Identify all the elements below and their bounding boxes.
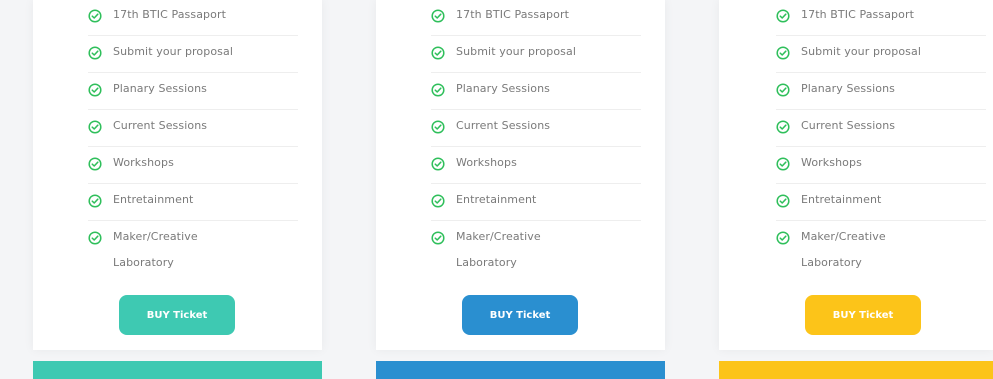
feature-label: Submit your proposal — [801, 45, 921, 58]
check-circle-icon — [88, 9, 102, 23]
feature-label: Maker/Creative Laboratory — [801, 230, 886, 269]
check-circle-icon — [776, 83, 790, 97]
pricing-card-1: 17th BTIC Passaport Submit your proposal… — [33, 0, 322, 350]
feature-label: Entretainment — [113, 193, 194, 206]
check-circle-icon — [431, 157, 445, 171]
feature-item: Workshops — [88, 147, 298, 184]
check-circle-icon — [88, 194, 102, 208]
feature-item: Submit your proposal — [88, 36, 298, 73]
check-circle-icon — [431, 194, 445, 208]
feature-label: 17th BTIC Passaport — [113, 8, 226, 21]
check-circle-icon — [88, 157, 102, 171]
check-circle-icon — [431, 46, 445, 60]
feature-item: 17th BTIC Passaport — [88, 0, 298, 36]
feature-item: Submit your proposal — [776, 36, 986, 73]
feature-item: Maker/Creative Laboratory — [431, 221, 641, 283]
feature-label: Workshops — [113, 156, 174, 169]
check-circle-icon — [776, 9, 790, 23]
card-2-footer-bar — [376, 361, 665, 379]
feature-list: 17th BTIC Passaport Submit your proposal… — [88, 0, 298, 283]
feature-item: Current Sessions — [431, 110, 641, 147]
feature-list: 17th BTIC Passaport Submit your proposal… — [431, 0, 641, 283]
card-1-footer-bar — [33, 361, 322, 379]
check-circle-icon — [431, 9, 445, 23]
feature-list: 17th BTIC Passaport Submit your proposal… — [776, 0, 986, 283]
check-circle-icon — [776, 157, 790, 171]
feature-label: Entretainment — [801, 193, 882, 206]
buy-ticket-button[interactable]: BUY Ticket — [462, 295, 578, 335]
check-circle-icon — [776, 231, 790, 245]
check-circle-icon — [776, 120, 790, 134]
feature-label: Workshops — [801, 156, 862, 169]
check-circle-icon — [776, 46, 790, 60]
feature-label: Submit your proposal — [456, 45, 576, 58]
check-circle-icon — [88, 46, 102, 60]
check-circle-icon — [431, 83, 445, 97]
buy-ticket-button[interactable]: BUY Ticket — [805, 295, 921, 335]
feature-item: Workshops — [431, 147, 641, 184]
feature-item: Maker/Creative Laboratory — [776, 221, 986, 283]
feature-item: Planary Sessions — [88, 73, 298, 110]
feature-item: Current Sessions — [88, 110, 298, 147]
card-3-footer-bar — [719, 361, 993, 379]
feature-label: Entretainment — [456, 193, 537, 206]
feature-item: Maker/Creative Laboratory — [88, 221, 298, 283]
feature-item: Entretainment — [88, 184, 298, 221]
feature-label: Planary Sessions — [113, 82, 207, 95]
check-circle-icon — [88, 83, 102, 97]
feature-label: Planary Sessions — [801, 82, 895, 95]
feature-label: Current Sessions — [113, 119, 208, 132]
feature-label: Workshops — [456, 156, 517, 169]
feature-label: Current Sessions — [456, 119, 551, 132]
check-circle-icon — [88, 120, 102, 134]
pricing-card-2: 17th BTIC Passaport Submit your proposal… — [376, 0, 665, 350]
check-circle-icon — [431, 120, 445, 134]
buy-ticket-button[interactable]: BUY Ticket — [119, 295, 235, 335]
feature-item: Planary Sessions — [776, 73, 986, 110]
pricing-card-3: 17th BTIC Passaport Submit your proposal… — [719, 0, 993, 350]
feature-label: Submit your proposal — [113, 45, 233, 58]
feature-label: Maker/Creative Laboratory — [456, 230, 541, 269]
feature-label: Planary Sessions — [456, 82, 550, 95]
feature-item: Planary Sessions — [431, 73, 641, 110]
feature-label: 17th BTIC Passaport — [456, 8, 569, 21]
check-circle-icon — [88, 231, 102, 245]
feature-item: Entretainment — [776, 184, 986, 221]
feature-item: Workshops — [776, 147, 986, 184]
feature-item: Entretainment — [431, 184, 641, 221]
feature-item: 17th BTIC Passaport — [776, 0, 986, 36]
feature-label: Maker/Creative Laboratory — [113, 230, 198, 269]
feature-item: Submit your proposal — [431, 36, 641, 73]
feature-item: 17th BTIC Passaport — [431, 0, 641, 36]
check-circle-icon — [431, 231, 445, 245]
check-circle-icon — [776, 194, 790, 208]
feature-item: Current Sessions — [776, 110, 986, 147]
feature-label: 17th BTIC Passaport — [801, 8, 914, 21]
feature-label: Current Sessions — [801, 119, 896, 132]
